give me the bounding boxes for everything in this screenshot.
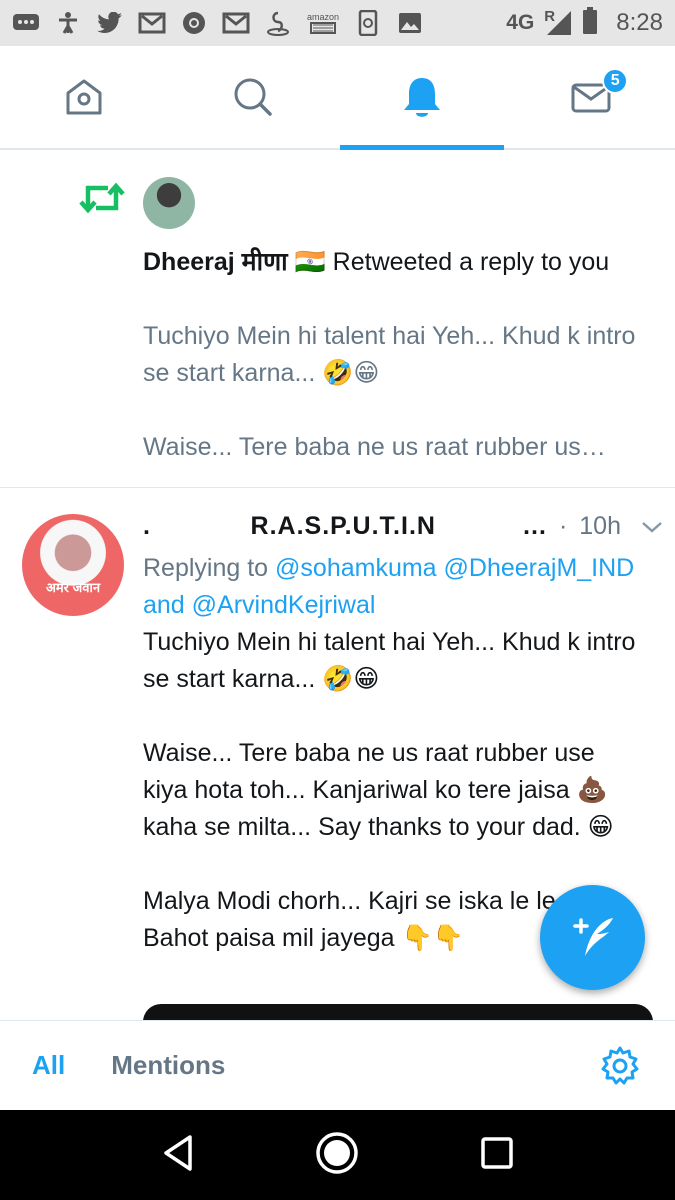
replying-to: Replying to @sohamkuma @DheerajM_IND and… <box>143 550 643 624</box>
gmail-icon <box>138 11 166 35</box>
tweet-paragraph: Waise... Tere baba ne us raat rubber use… <box>143 739 614 841</box>
notification-action: Retweeted a reply to you <box>325 248 610 276</box>
tweet-header: . R.A.S.P.U.T.I.N … · 10h <box>143 506 663 546</box>
recents-icon <box>481 1136 513 1169</box>
notifications-icon <box>403 78 440 117</box>
top-nav: 5 <box>0 46 675 150</box>
signal-icon: R <box>544 8 572 36</box>
home-icon <box>66 79 102 115</box>
tweet-name-suffix: … <box>521 511 547 540</box>
gear-icon <box>601 1046 639 1084</box>
tab-notifications[interactable] <box>338 46 507 150</box>
clock: 8:28 <box>616 9 663 36</box>
chrome-icon <box>180 11 208 35</box>
tweet-separator: · <box>558 511 568 540</box>
notification-user-name[interactable]: Dheeraj मीणा 🇮🇳 <box>143 248 326 276</box>
filter-all[interactable]: All <box>32 1050 65 1081</box>
home-button[interactable] <box>315 1131 359 1180</box>
status-bar: amazon 4G R 8:28 <box>0 0 675 46</box>
avatar-label: अमर जवान <box>45 580 101 595</box>
network-type: 4G <box>506 11 535 34</box>
tweet-name-prefix[interactable]: . <box>143 512 251 541</box>
recents-button[interactable] <box>479 1135 515 1176</box>
replying-to-label: Replying to <box>143 554 276 582</box>
tweet-paragraph: Tuchiyo Mein hi talent hai Yeh... Khud k… <box>143 628 636 693</box>
tweet-time[interactable]: 10h <box>579 512 621 541</box>
image-icon <box>396 11 424 35</box>
tweet-user-name[interactable]: R.A.S.P.U.T.I.N <box>251 512 436 541</box>
gmail-icon <box>222 11 250 35</box>
search-icon <box>234 78 272 116</box>
app-icon <box>264 11 292 36</box>
tab-home[interactable] <box>0 46 169 148</box>
signal-label: R <box>544 8 556 25</box>
compose-quill-icon <box>572 917 613 956</box>
messages-icon <box>12 11 40 35</box>
back-icon <box>164 1134 192 1171</box>
chevron-down-icon[interactable] <box>641 512 663 541</box>
phone-update-icon <box>354 10 382 36</box>
settings-button[interactable] <box>599 1045 641 1087</box>
preview-paragraph: Waise... Tere baba ne us raat rubber us… <box>143 433 606 461</box>
filter-mentions[interactable]: Mentions <box>111 1050 225 1081</box>
notifications-filter-bar: All Mentions <box>0 1020 675 1110</box>
avatar[interactable] <box>143 177 195 229</box>
notification-preview: Tuchiyo Mein hi talent hai Yeh... Khud k… <box>143 318 643 466</box>
amazon-label: amazon <box>306 12 340 22</box>
messages-badge: 5 <box>602 68 629 94</box>
accessibility-icon <box>54 11 82 35</box>
avatar[interactable]: अमर जवान <box>22 514 124 616</box>
compose-tweet-button[interactable] <box>540 885 645 990</box>
retweet-icon <box>79 182 125 214</box>
tab-search[interactable] <box>169 46 338 148</box>
tab-messages[interactable]: 5 <box>506 46 675 148</box>
twitter-icon <box>96 11 124 35</box>
preview-paragraph: Tuchiyo Mein hi talent hai Yeh... Khud k… <box>143 322 636 387</box>
home-circle-icon <box>316 1131 359 1174</box>
back-button[interactable] <box>160 1133 196 1178</box>
android-nav-bar <box>0 1110 675 1200</box>
notification-title: Dheeraj मीणा 🇮🇳 Retweeted a reply to you <box>143 244 643 281</box>
amazon-icon: amazon <box>306 11 340 35</box>
battery-icon <box>582 6 598 40</box>
